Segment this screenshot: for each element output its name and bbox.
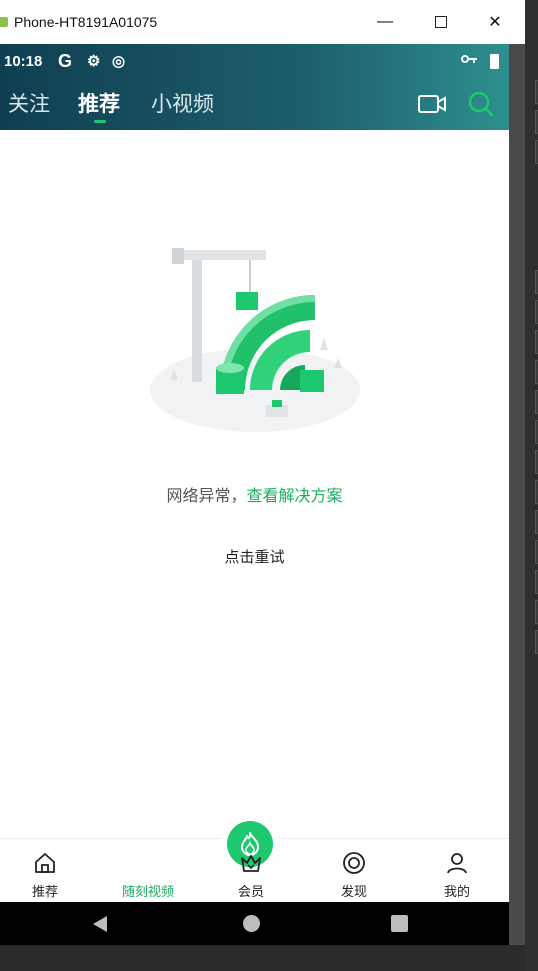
user-icon [447, 853, 467, 874]
window-title: Phone-HT8191A01075 [14, 14, 158, 30]
nav-item-discover[interactable]: 发现 [309, 839, 399, 903]
android-app-icon [0, 17, 8, 27]
maximize-icon [435, 16, 447, 28]
tab-recommend[interactable]: 推荐 [78, 88, 120, 118]
search-icon[interactable] [467, 90, 495, 118]
video-camera-icon[interactable] [418, 94, 446, 114]
window-titlebar: Phone-HT8191A01075 — ✕ [0, 0, 525, 44]
back-icon[interactable] [92, 915, 108, 933]
minimize-icon: — [377, 13, 393, 30]
bottom-navigation: 推荐 随刻视频 会员 发现 我的 [0, 821, 509, 903]
home-circle-icon[interactable] [243, 915, 260, 932]
tab-short-video[interactable]: 小视频 [151, 88, 214, 118]
tab-indicator [94, 120, 106, 123]
status-bar: 10:18 G ⚙ ◎ [0, 48, 509, 74]
retry-button[interactable]: 点击重试 [0, 546, 509, 567]
tab-follow[interactable]: 关注 [8, 88, 50, 118]
nav-label: 我的 [443, 885, 470, 900]
solution-link[interactable]: 查看解决方案 [247, 486, 343, 505]
emulator-window: Phone-HT8191A01075 — ✕ 10:18 G ⚙ ◎ 关注 推荐… [0, 0, 525, 945]
google-icon: G [58, 51, 73, 71]
error-text: 网络异常， [166, 486, 247, 505]
status-time: 10:18 [4, 53, 43, 70]
emulator-toolbar [525, 0, 538, 971]
nav-item-recommend[interactable]: 推荐 [0, 839, 90, 903]
nav-item-vip[interactable]: 会员 [206, 839, 296, 903]
nav-label: 推荐 [31, 885, 58, 900]
nav-label: 会员 [237, 885, 264, 900]
sync-status-icon: ◎ [112, 53, 126, 70]
settings-status-icon: ⚙ [87, 53, 101, 70]
battery-icon [490, 54, 499, 69]
nav-label: 随刻视频 [121, 885, 174, 900]
key-icon [461, 55, 477, 63]
home-icon [35, 853, 55, 873]
system-navigation-bar [0, 902, 509, 945]
nav-item-suike-video[interactable]: 随刻视频 [103, 821, 273, 903]
close-button[interactable]: ✕ [470, 0, 520, 44]
discover-icon [343, 852, 365, 874]
phone-screen: 10:18 G ⚙ ◎ 关注 推荐 小视频 网络异常，查看解决方案 点击重试 推… [0, 44, 509, 945]
network-error-illustration [150, 248, 360, 432]
emulator-side-strip [509, 44, 525, 945]
close-icon: ✕ [488, 14, 502, 31]
main-content: 网络异常，查看解决方案 点击重试 [0, 130, 509, 878]
app-header: 10:18 G ⚙ ◎ 关注 推荐 小视频 [0, 44, 509, 130]
crown-icon [241, 855, 261, 872]
minimize-button[interactable]: — [360, 0, 410, 44]
nav-item-mine[interactable]: 我的 [412, 839, 502, 903]
recent-apps-icon[interactable] [391, 915, 408, 932]
nav-label: 发现 [340, 885, 367, 900]
maximize-button[interactable] [416, 0, 466, 44]
network-error-message: 网络异常，查看解决方案 [0, 482, 509, 506]
